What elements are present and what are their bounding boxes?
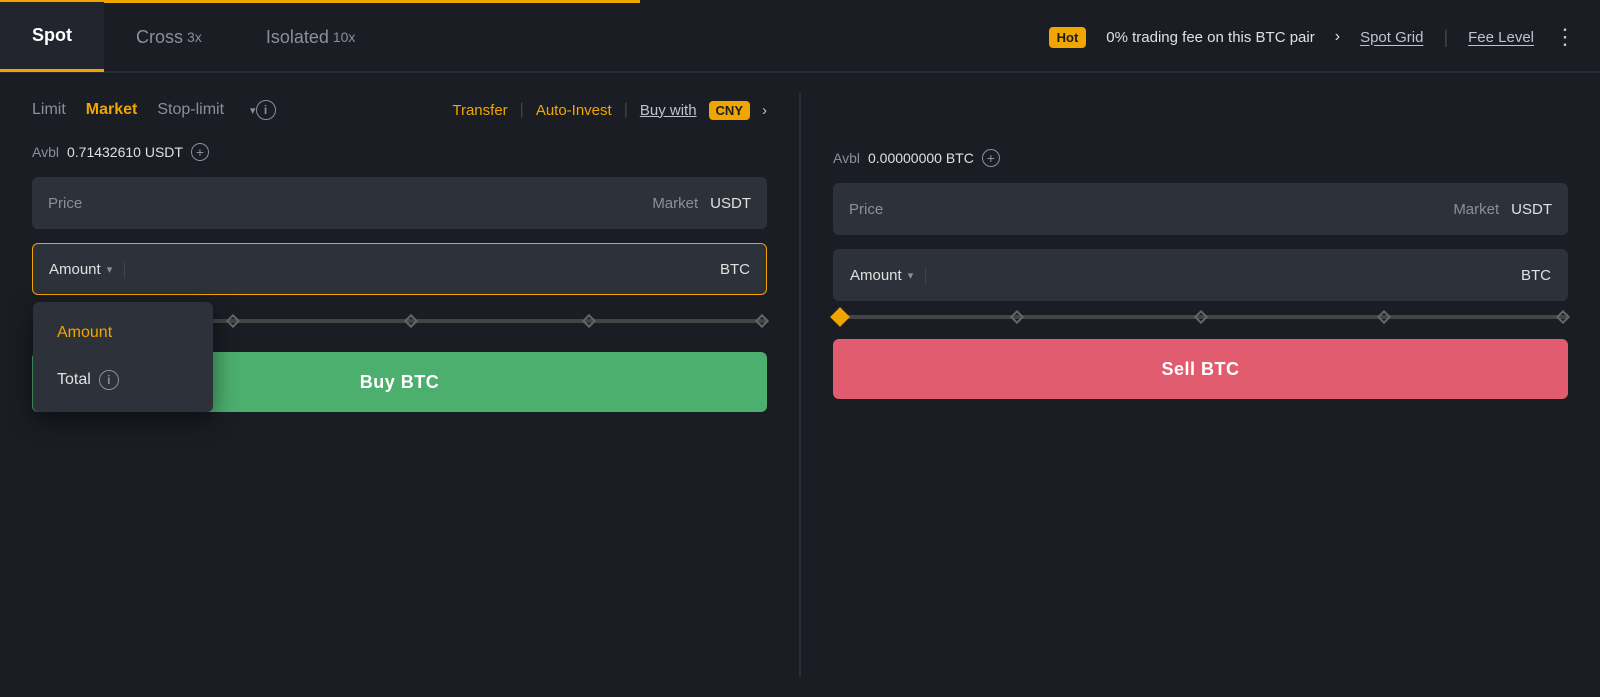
sell-slider-dot-100[interactable] (1556, 310, 1570, 324)
sell-panel: Avbl 0.00000000 BTC + Price Market USDT … (801, 73, 1600, 697)
buy-amount-currency: BTC (720, 261, 750, 278)
dropdown-item-amount[interactable]: Amount (33, 310, 213, 356)
limit-btn[interactable]: Limit (32, 97, 66, 123)
right-order-actions: Transfer | Auto-Invest | Buy with CNY › (452, 101, 767, 120)
buy-avbl-value: 0.71432610 USDT (67, 144, 183, 160)
amount-dropdown-buy: Amount Total i (33, 302, 213, 412)
sell-avbl-value: 0.00000000 BTC (868, 150, 974, 166)
amount-selector-label-buy: Amount (49, 261, 101, 278)
dropdown-item-total[interactable]: Total i (33, 356, 213, 404)
buy-add-funds-icon[interactable]: + (191, 143, 209, 161)
order-types-row: Limit Market Stop-limit ▾ i Transfer | A… (32, 97, 767, 123)
spot-grid-link[interactable]: Spot Grid (1360, 29, 1423, 46)
amount-selector-buy[interactable]: Amount ▾ (49, 261, 125, 278)
top-bar: Spot Cross 3x Isolated 10x Hot 0% tradin… (0, 3, 1600, 73)
sell-slider-dot-75[interactable] (1377, 310, 1391, 324)
top-bar-right: Hot 0% trading fee on this BTC pair › Sp… (1049, 24, 1600, 50)
buy-amount-input[interactable] (137, 261, 720, 278)
promo-arrow: › (1335, 28, 1340, 46)
tab-spot[interactable]: Spot (0, 2, 104, 72)
sell-price-currency: USDT (1511, 201, 1552, 218)
sell-avbl-label: Avbl (833, 150, 860, 166)
buy-slider-dot-100[interactable] (755, 313, 769, 327)
separator-1: | (1443, 27, 1448, 48)
market-btn[interactable]: Market (86, 97, 138, 123)
total-info-icon[interactable]: i (99, 370, 119, 390)
stop-limit-row: Stop-limit ▾ (157, 97, 255, 123)
buy-slider-dot-75[interactable] (582, 313, 596, 327)
sell-order-types-placeholder (833, 97, 1568, 129)
sell-slider-track[interactable] (833, 315, 1568, 319)
cny-badge[interactable]: CNY (709, 101, 750, 120)
amount-selector-sell[interactable]: Amount ▾ (850, 267, 926, 284)
transfer-link[interactable]: Transfer (452, 102, 507, 119)
sell-add-funds-icon[interactable]: + (982, 149, 1000, 167)
buy-price-label: Price (48, 195, 652, 212)
buy-price-market: Market (652, 195, 698, 212)
sell-amount-field[interactable]: Amount ▾ BTC (833, 249, 1568, 301)
buy-price-currency: USDT (710, 195, 751, 212)
buy-slider-dot-25[interactable] (226, 313, 240, 327)
order-info-icon[interactable]: i (256, 100, 276, 120)
tab-isolated[interactable]: Isolated 10x (234, 2, 388, 72)
buy-panel: Limit Market Stop-limit ▾ i Transfer | A… (0, 73, 799, 697)
buy-price-field[interactable]: Price Market USDT (32, 177, 767, 229)
tab-cross[interactable]: Cross 3x (104, 2, 234, 72)
buy-avbl-label: Avbl (32, 144, 59, 160)
sell-slider-dot-50[interactable] (1193, 310, 1207, 324)
promo-text[interactable]: 0% trading fee on this BTC pair (1106, 29, 1314, 46)
buy-avbl-row: Avbl 0.71432610 USDT + (32, 143, 767, 161)
stop-limit-btn[interactable]: Stop-limit (157, 97, 224, 123)
sell-amount-input[interactable] (938, 267, 1521, 284)
auto-invest-link[interactable]: Auto-Invest (536, 102, 612, 119)
buy-with-label[interactable]: Buy with (640, 102, 697, 119)
sell-slider-row (833, 315, 1568, 319)
sell-price-field[interactable]: Price Market USDT (833, 183, 1568, 235)
sell-slider-thumb[interactable] (830, 307, 850, 327)
buy-with-chevron[interactable]: › (762, 102, 767, 119)
amount-chevron-buy[interactable]: ▾ (107, 263, 113, 276)
amount-selector-label-sell: Amount (850, 267, 902, 284)
hot-badge: Hot (1049, 27, 1087, 48)
stop-limit-chevron[interactable]: ▾ (250, 104, 256, 117)
sell-avbl-row: Avbl 0.00000000 BTC + (833, 149, 1568, 167)
fee-level-link[interactable]: Fee Level (1468, 29, 1534, 46)
more-options-icon[interactable]: ⋮ (1554, 24, 1576, 50)
sell-amount-currency: BTC (1521, 267, 1551, 284)
sell-price-label: Price (849, 201, 1453, 218)
sell-slider-dot-25[interactable] (1010, 310, 1024, 324)
amount-chevron-sell[interactable]: ▾ (908, 269, 914, 282)
sell-btc-button[interactable]: Sell BTC (833, 339, 1568, 399)
buy-amount-field[interactable]: Amount ▾ BTC Amount Total i (32, 243, 767, 295)
main-content: Limit Market Stop-limit ▾ i Transfer | A… (0, 73, 1600, 697)
buy-slider-dot-50[interactable] (404, 313, 418, 327)
sell-price-market: Market (1453, 201, 1499, 218)
